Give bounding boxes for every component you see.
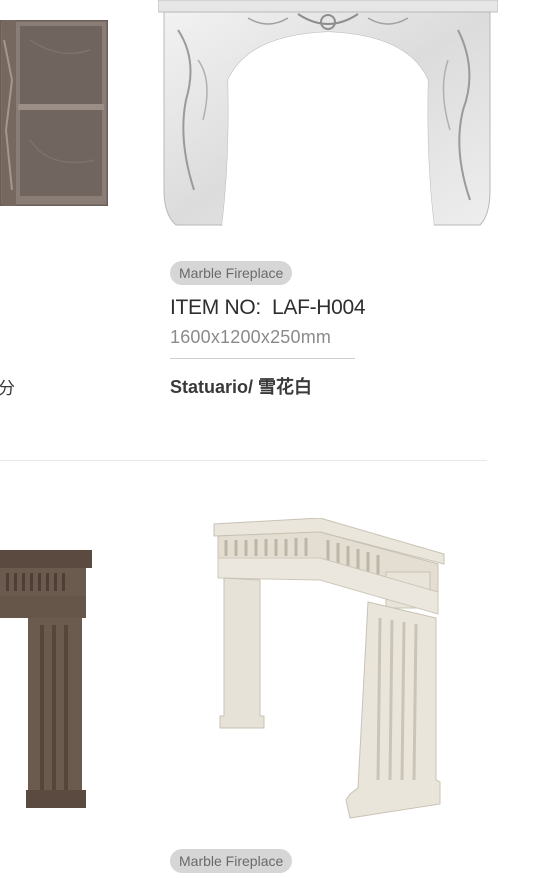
- product-dimensions: 1600x1200x250mm: [170, 327, 332, 347]
- left-product-image-bottom[interactable]: [0, 545, 95, 815]
- product-image-cream-fireplace[interactable]: [210, 518, 450, 826]
- left-product-material-fragment: 分: [0, 379, 15, 398]
- item-number: ITEM NO: LAF-H004: [170, 296, 366, 319]
- category-tag: Marble Fireplace: [170, 261, 293, 285]
- product-image-marble-fireplace[interactable]: [158, 0, 498, 232]
- product-material: Statuario/ 雪花白: [170, 377, 313, 397]
- category-tag: Marble Fireplace: [170, 849, 293, 873]
- left-product-image-top[interactable]: [0, 20, 108, 206]
- row-divider: [0, 460, 487, 461]
- info-divider: [170, 358, 355, 359]
